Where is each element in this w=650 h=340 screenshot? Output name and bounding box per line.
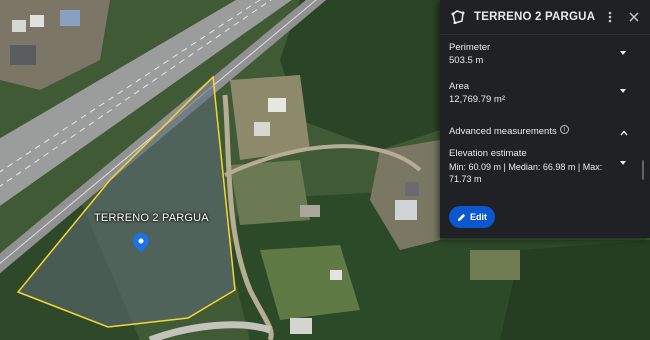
area-row[interactable]: Area 12,769.79 m² xyxy=(440,81,650,106)
panel-scrollbar[interactable] xyxy=(642,160,644,180)
edit-button[interactable]: Edit xyxy=(449,206,495,228)
chevron-down-icon[interactable] xyxy=(620,161,626,165)
polygon-measure-icon xyxy=(450,9,466,25)
info-icon[interactable]: i xyxy=(559,125,569,135)
panel-header: TERRENO 2 PARGUA xyxy=(440,0,650,35)
elevation-value: Min: 60.09 m | Median: 66.98 m | Max: 71… xyxy=(449,162,603,184)
chevron-down-icon[interactable] xyxy=(620,89,626,93)
perimeter-row[interactable]: Perimeter 503.5 m xyxy=(440,42,650,67)
panel-title: TERRENO 2 PARGUA xyxy=(474,11,596,23)
elevation-label: Elevation estimate xyxy=(449,148,527,159)
polygon-label: TERRENO 2 PARGUA xyxy=(94,212,209,224)
perimeter-label: Perimeter xyxy=(449,42,491,53)
elevation-row[interactable]: Elevation estimate Min: 60.09 m | Median… xyxy=(440,148,650,185)
chevron-down-icon[interactable] xyxy=(620,51,626,55)
pencil-icon xyxy=(457,213,466,221)
chevron-up-icon[interactable] xyxy=(620,123,628,141)
advanced-measurements-label: Advanced measurements xyxy=(449,126,557,137)
area-label: Area xyxy=(449,81,470,92)
perimeter-value: 503.5 m xyxy=(449,55,484,66)
close-icon[interactable] xyxy=(624,7,644,27)
more-options-icon[interactable] xyxy=(600,7,620,27)
area-value: 12,769.79 m² xyxy=(449,94,505,105)
edit-label: Edit xyxy=(470,212,487,222)
measurement-panel: TERRENO 2 PARGUA Perimeter 503.5 m Area … xyxy=(440,0,650,238)
advanced-measurements-row[interactable]: Advanced measurements i xyxy=(440,121,650,139)
